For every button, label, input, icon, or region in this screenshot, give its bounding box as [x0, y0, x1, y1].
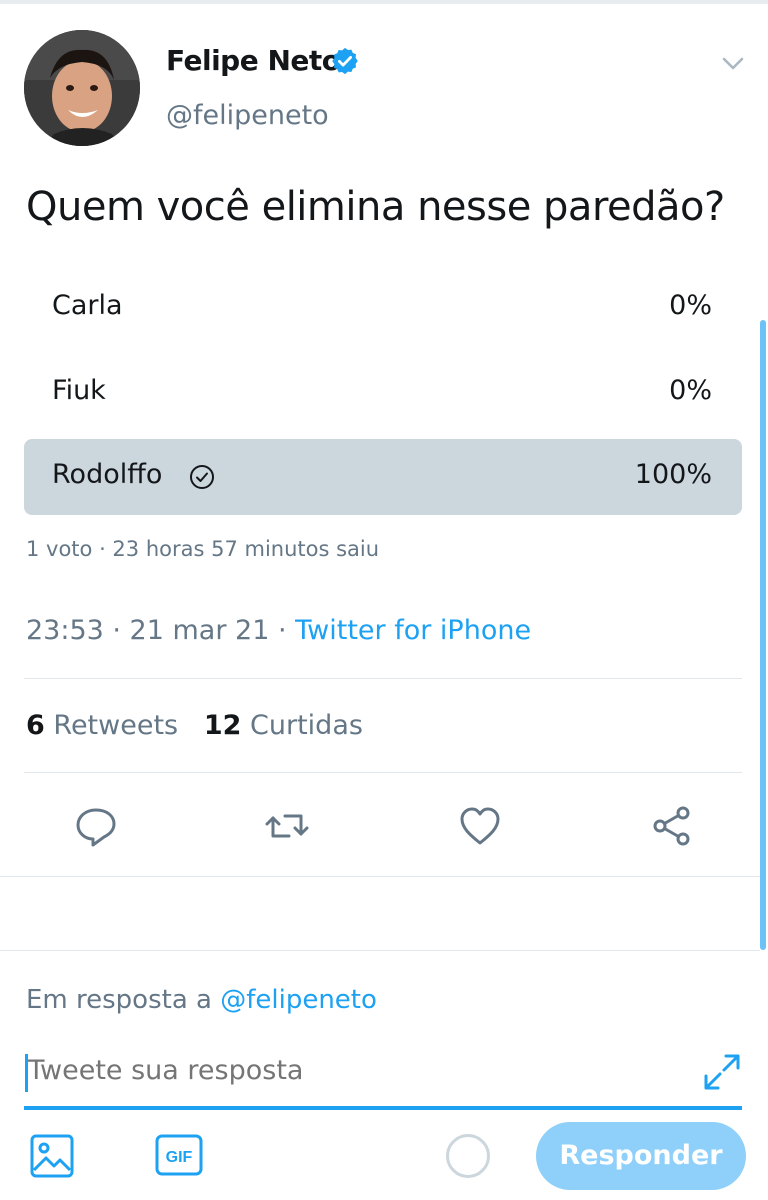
tweet-timestamp: 23:53 · 21 mar 21 · Twitter for iPhone: [26, 615, 531, 646]
likes-count: 12: [203, 710, 242, 741]
tweet-text: Quem você elimina nesse paredão?: [26, 184, 725, 230]
chevron-down-icon[interactable]: [718, 48, 748, 78]
poll-option-percent: 100%: [634, 459, 712, 490]
poll-option-percent: 0%: [669, 290, 712, 321]
reply-context-handle[interactable]: @felipeneto: [220, 985, 377, 1015]
divider: [24, 678, 742, 679]
expand-icon[interactable]: [700, 1050, 744, 1094]
tweet-stats: 6 Retweets 12 Curtidas: [26, 710, 363, 741]
retweets-count: 6: [26, 710, 45, 741]
scrollbar[interactable]: [760, 320, 766, 950]
likes-label: Curtidas: [250, 710, 363, 741]
divider: [0, 950, 760, 951]
character-counter: [446, 1134, 490, 1178]
verified-badge-icon: [332, 47, 358, 75]
source-link[interactable]: Twitter for iPhone: [295, 615, 531, 646]
input-underline: [24, 1106, 742, 1110]
reply-submit-button[interactable]: Responder: [536, 1122, 746, 1190]
gif-icon[interactable]: GIF: [155, 1134, 203, 1176]
author-handle[interactable]: @felipeneto: [166, 100, 329, 131]
poll-meta: 1 voto · 23 horas 57 minutos saiu: [26, 537, 380, 561]
svg-text:GIF: GIF: [166, 1149, 193, 1166]
retweets-stat[interactable]: 6 Retweets: [26, 710, 178, 741]
poll-option-fiuk: Fiuk 0%: [24, 355, 742, 431]
divider: [0, 876, 760, 877]
divider: [24, 772, 742, 773]
reply-context-prefix: Em resposta a: [26, 985, 221, 1015]
poll-option-rodolffo: Rodolffo 100%: [24, 439, 742, 515]
likes-stat[interactable]: 12 Curtidas: [204, 710, 363, 741]
image-icon[interactable]: [28, 1132, 76, 1180]
poll-option-label: Rodolffo: [52, 459, 163, 490]
share-icon[interactable]: [650, 804, 694, 848]
avatar[interactable]: [24, 30, 140, 146]
reply-input[interactable]: [28, 1055, 628, 1086]
timestamp-text: 23:53 · 21 mar 21 ·: [26, 615, 296, 646]
check-circle-icon: [190, 465, 214, 489]
top-border: [0, 0, 768, 4]
retweet-icon[interactable]: [265, 804, 309, 848]
reply-icon[interactable]: [74, 804, 118, 848]
retweets-label: Retweets: [53, 710, 179, 741]
poll-option-label: Carla: [52, 290, 123, 321]
poll-option-percent: 0%: [669, 375, 712, 406]
reply-context: Em resposta a @felipeneto: [26, 985, 377, 1015]
poll-option-label: Fiuk: [52, 375, 106, 406]
author-name[interactable]: Felipe Neto: [166, 44, 341, 77]
like-icon[interactable]: [458, 804, 502, 848]
poll-option-carla: Carla 0%: [24, 270, 742, 346]
